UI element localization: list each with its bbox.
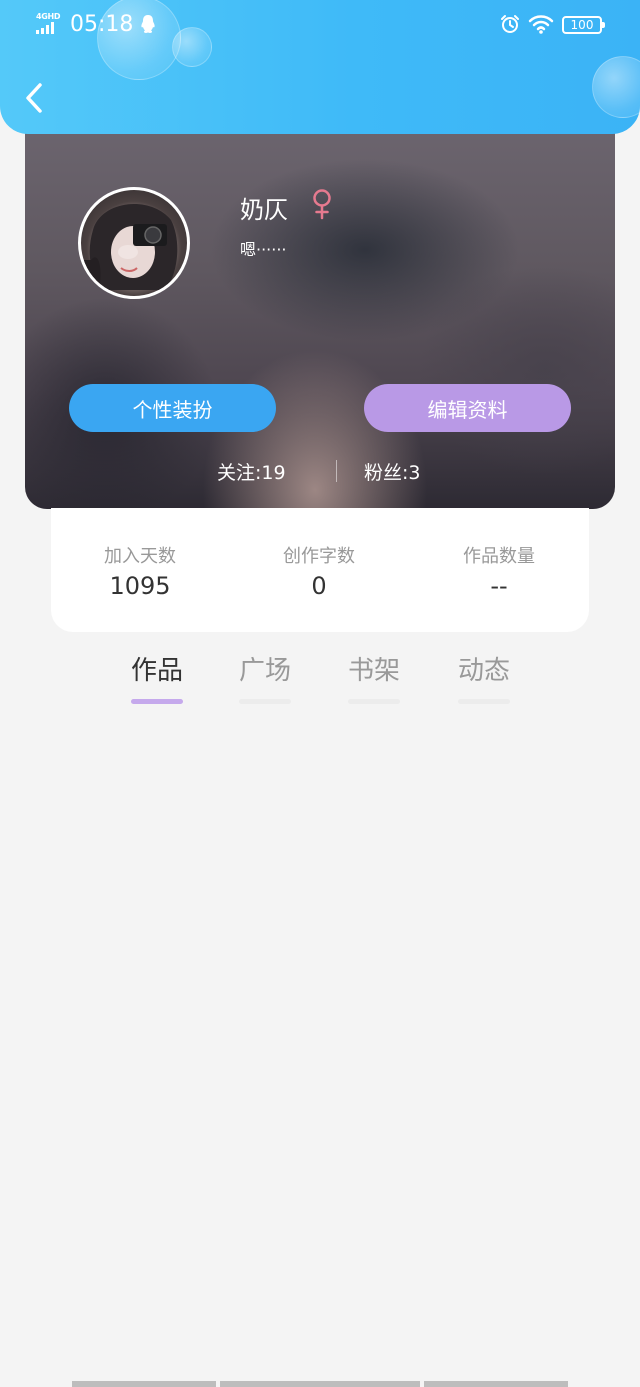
header: 4GHD 05:18 100 xyxy=(0,0,640,134)
user-name: 奶仄 xyxy=(240,196,288,224)
bottom-indicator xyxy=(0,1381,640,1387)
status-bar: 4GHD 05:18 100 xyxy=(0,0,640,50)
stat-label: 加入天数 xyxy=(104,546,176,567)
network-type: 4GHD xyxy=(36,12,61,21)
tab-bar: 作品 广场 书架 动态 xyxy=(0,650,640,710)
tab-bookshelf[interactable]: 书架 xyxy=(339,650,409,704)
back-arrow-icon[interactable] xyxy=(24,82,46,114)
stat-value: 1095 xyxy=(109,572,171,600)
stat-label: 创作字数 xyxy=(283,546,355,567)
tab-indicator xyxy=(239,699,291,704)
qq-icon xyxy=(141,15,155,33)
stat-label: 作品数量 xyxy=(463,546,535,567)
divider xyxy=(336,460,337,482)
follow-stats: 关注:19 粉丝:3 xyxy=(25,456,615,486)
stat-works-count: 作品数量 -- xyxy=(439,542,559,600)
female-icon xyxy=(313,189,331,220)
personal-dress-button[interactable]: 个性装扮 xyxy=(69,384,276,432)
tab-works[interactable]: 作品 xyxy=(122,650,192,704)
profile-card: 奶仄 嗯······ 个性装扮 编辑资料 关注:19 粉丝:3 xyxy=(25,110,615,509)
tab-label: 动态 xyxy=(457,656,510,686)
fans-count[interactable]: 粉丝:3 xyxy=(364,458,421,485)
wifi-icon xyxy=(528,15,554,34)
status-time: 05:18 xyxy=(70,12,134,37)
tab-label: 广场 xyxy=(238,656,291,686)
following-count[interactable]: 关注:19 xyxy=(217,458,286,485)
tab-label: 书架 xyxy=(347,656,400,686)
tab-indicator xyxy=(131,699,183,704)
user-signature: 嗯······ xyxy=(240,240,287,259)
stats-card: 加入天数 1095 创作字数 0 作品数量 -- xyxy=(51,508,589,632)
signal-icon: 4GHD xyxy=(36,12,64,36)
tab-indicator xyxy=(348,699,400,704)
tab-activity[interactable]: 动态 xyxy=(449,650,519,704)
battery-icon: 100 xyxy=(562,16,605,34)
stat-value: 0 xyxy=(311,572,327,600)
stat-value: -- xyxy=(490,572,508,600)
alarm-icon xyxy=(501,15,519,33)
avatar[interactable] xyxy=(78,187,190,299)
stat-join-days: 加入天数 1095 xyxy=(80,542,200,600)
avatar-photo xyxy=(81,203,178,290)
decorative-bubble xyxy=(592,56,640,118)
edit-profile-button[interactable]: 编辑资料 xyxy=(364,384,571,432)
tab-square[interactable]: 广场 xyxy=(230,650,300,704)
stat-word-count: 创作字数 0 xyxy=(259,542,379,600)
tab-indicator xyxy=(458,699,510,704)
tab-label: 作品 xyxy=(130,656,183,686)
